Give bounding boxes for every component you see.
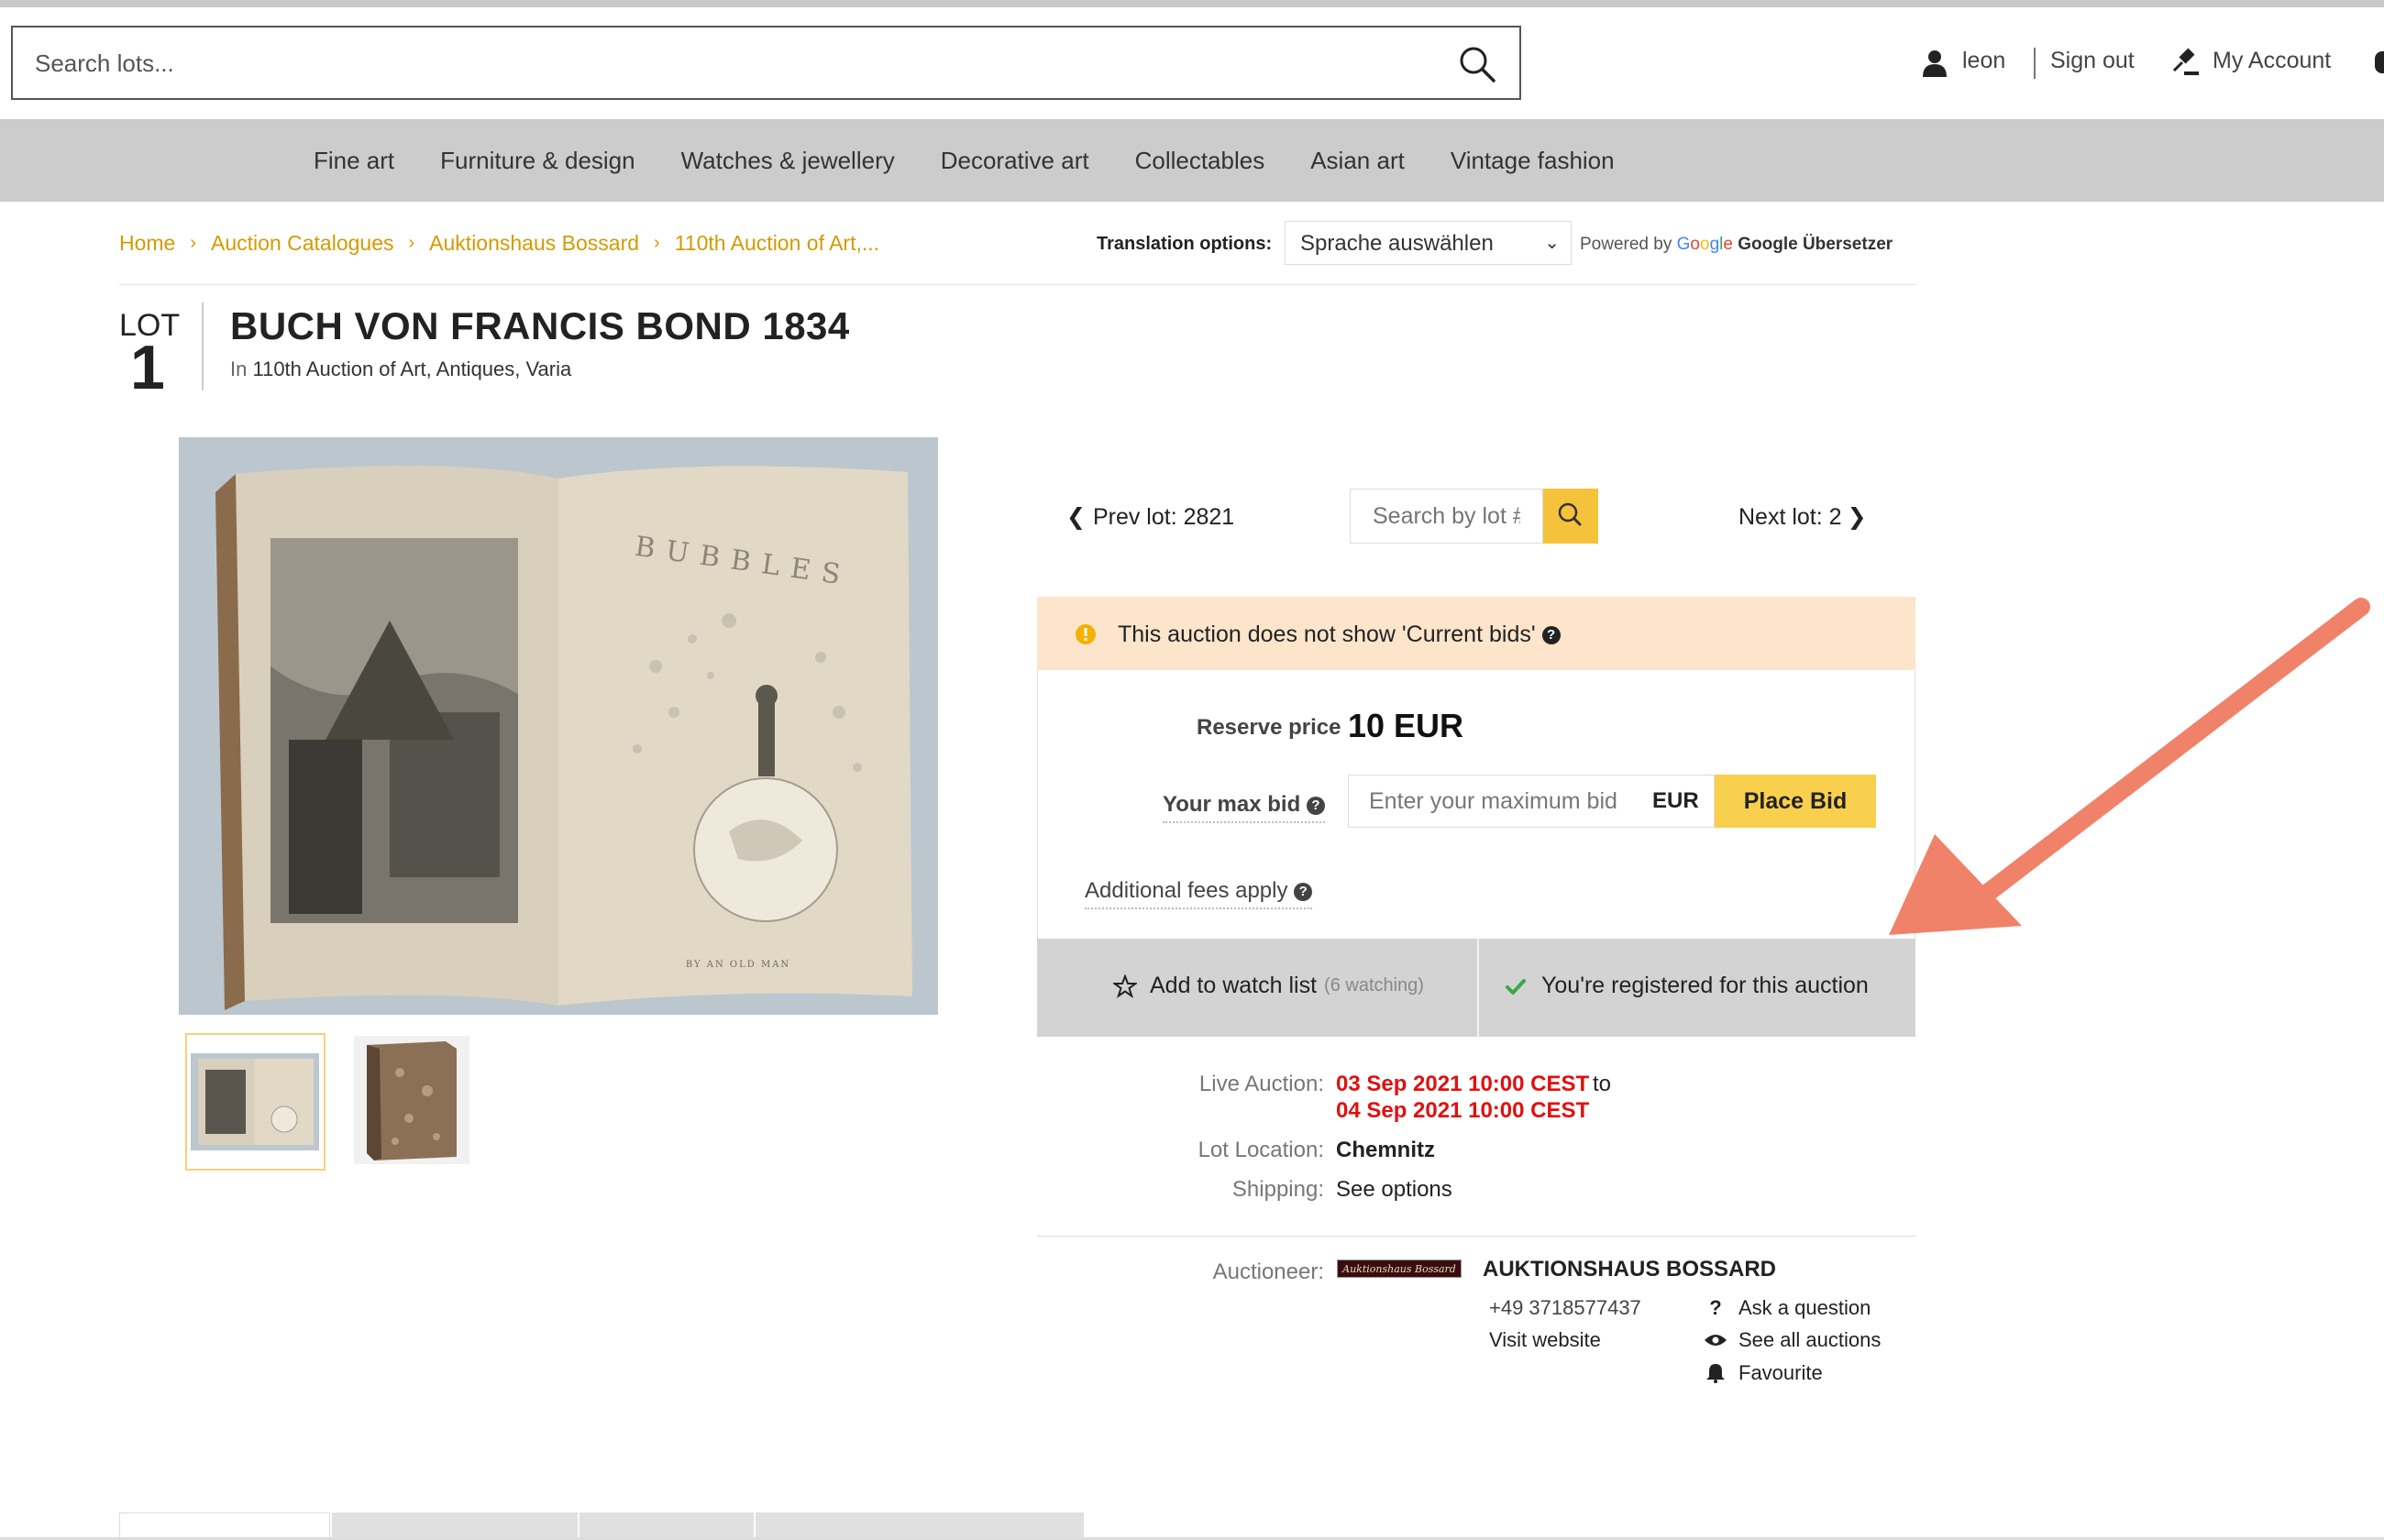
search-bar (11, 26, 1521, 100)
nav-fine-art[interactable]: Fine art (314, 147, 394, 175)
thumbnail-open-book[interactable] (185, 1033, 326, 1171)
breadcrumb-home[interactable]: Home (119, 231, 175, 256)
nav-furniture-design[interactable]: Furniture & design (440, 147, 635, 175)
lot-number: 1 (130, 333, 165, 402)
annotation-arrow (1889, 598, 2370, 935)
chevron-right-icon: ❯ (1847, 504, 1867, 530)
help-icon[interactable]: ? (1541, 626, 1561, 645)
tab-1[interactable] (119, 1512, 330, 1540)
shipping-label: Shipping: (1231, 1177, 1324, 1202)
breadcrumb-auction-house[interactable]: Auktionshaus Bossard (429, 231, 639, 256)
chevron-down-icon: ⌄ (1544, 233, 1560, 253)
nav-vintage-fashion[interactable]: Vintage fashion (1451, 147, 1615, 175)
my-account-link[interactable]: My Account (2213, 48, 2331, 74)
lot-detail-tabs (119, 1512, 1084, 1540)
tab-4[interactable] (754, 1512, 1084, 1540)
thumbnail-book-cover[interactable] (354, 1036, 469, 1164)
nav-watches-jewellery[interactable]: Watches & jewellery (681, 147, 895, 175)
tab-3[interactable] (578, 1512, 754, 1540)
top-border (0, 0, 2384, 7)
lot-divider (202, 302, 204, 390)
thumbnail-image (354, 1036, 469, 1164)
registered-status: You're registered for this auction (1505, 973, 1869, 999)
language-select-value: Sprache auswählen (1300, 231, 1494, 256)
auctioneer-logo[interactable]: Auktionshaus Bossard (1337, 1260, 1462, 1278)
category-nav: Fine art Furniture & design Watches & je… (0, 119, 2384, 202)
divider (1037, 1236, 1915, 1237)
translator-name[interactable]: Google Übersetzer (1738, 235, 1893, 254)
gavel-icon (2172, 48, 2199, 75)
live-auction-label: Live Auction: (1198, 1072, 1324, 1096)
breadcrumb-catalogues[interactable]: Auction Catalogues (211, 231, 393, 256)
book-byline-text: BY AN OLD MAN (686, 960, 790, 970)
auction-end-date: 04 Sep 2021 10:00 CEST (1336, 1098, 1590, 1123)
search-icon (1558, 502, 1582, 526)
lot-main-image[interactable]: BUBBLES BY AN OLD MAN (179, 437, 938, 1015)
shipping-options-link[interactable]: See options (1336, 1177, 1452, 1203)
lot-auction-subtitle: In 110th Auction of Art, Antiques, Varia (230, 358, 571, 381)
divider (119, 284, 1916, 285)
eye-icon (1705, 1335, 1727, 1346)
add-to-watchlist-button[interactable]: Add to watch list (6 watching) (1113, 973, 1424, 999)
visit-website-link[interactable]: Visit website (1489, 1328, 1601, 1352)
language-select[interactable]: Sprache auswählen ⌄ (1285, 221, 1572, 265)
chevron-right-icon: › (654, 233, 660, 253)
check-icon (1506, 978, 1526, 995)
auctioneer-name[interactable]: AUKTIONSHAUS BOSSARD (1483, 1257, 1776, 1282)
lot-number-search-input[interactable] (1350, 489, 1543, 544)
lot-location-label: Lot Location: (1198, 1138, 1324, 1162)
nav-asian-art[interactable]: Asian art (1310, 147, 1405, 175)
ask-question-link[interactable]: ? Ask a question (1704, 1296, 1871, 1320)
breadcrumb: Home › Auction Catalogues › Auktionshaus… (119, 231, 879, 256)
favourites-icon[interactable] (2375, 51, 2384, 73)
date-range-separator: to (1593, 1072, 1612, 1096)
see-all-auctions-link[interactable]: See all auctions (1704, 1328, 1881, 1352)
search-icon[interactable] (1457, 44, 1497, 84)
bid-currency: EUR (1652, 788, 1699, 813)
help-icon[interactable]: ? (1294, 882, 1313, 901)
auction-start-date: 03 Sep 2021 10:00 CEST (1336, 1072, 1590, 1096)
sign-out-link[interactable]: Sign out (2050, 48, 2135, 74)
star-icon (1113, 974, 1137, 998)
divider (1477, 939, 1479, 1037)
powered-by-google: Powered by Google Google Übersetzer (1580, 235, 1893, 255)
google-logo: Google (1676, 235, 1733, 254)
prev-lot-link[interactable]: ❮ Prev lot: 2821 (1066, 503, 1234, 531)
lot-location-value: Chemnitz (1336, 1138, 1435, 1162)
tab-2[interactable] (330, 1512, 578, 1540)
lot-title: BUCH VON FRANCIS BOND 1834 (230, 304, 850, 347)
question-icon: ? (1709, 1296, 1722, 1319)
next-lot-link[interactable]: Next lot: 2 ❯ (1738, 503, 1867, 531)
nav-decorative-art[interactable]: Decorative art (941, 147, 1089, 175)
powered-by-label: Powered by (1580, 235, 1672, 254)
auctioneer-label: Auctioneer: (1212, 1260, 1324, 1284)
user-name-link[interactable]: leon (1962, 48, 2005, 74)
help-icon[interactable]: ? (1306, 796, 1325, 815)
lot-search-button[interactable] (1543, 489, 1598, 544)
search-input[interactable] (35, 42, 1364, 84)
thumbnail-image (191, 1053, 319, 1150)
header-separator (2034, 48, 2036, 79)
nav-collectables[interactable]: Collectables (1135, 147, 1265, 175)
notice-text: This auction does not show 'Current bids… (1118, 622, 1561, 648)
user-icon (1923, 50, 1947, 77)
watching-count: (6 watching) (1324, 975, 1424, 996)
max-bid-label: Your max bid ? (1163, 792, 1325, 823)
auction-name-link[interactable]: 110th Auction of Art, Antiques, Varia (252, 358, 571, 380)
additional-fees-link[interactable]: Additional fees apply ? (1085, 878, 1313, 909)
translation-label: Translation options: (1097, 234, 1273, 254)
bell-icon (1706, 1364, 1725, 1383)
warning-icon (1076, 624, 1096, 644)
chevron-right-icon: › (408, 233, 415, 253)
book-photo: BUBBLES BY AN OLD MAN (179, 437, 938, 1015)
chevron-right-icon: › (190, 233, 197, 253)
reserve-price-value: 10 EUR (1348, 707, 1464, 744)
favourite-link[interactable]: Favourite (1704, 1361, 1823, 1385)
breadcrumb-auction[interactable]: 110th Auction of Art,... (675, 231, 879, 256)
in-prefix: In (230, 358, 248, 380)
chevron-left-icon: ❮ (1066, 504, 1086, 530)
reserve-price-label: Reserve price (1197, 715, 1341, 740)
auctioneer-phone: +49 3718577437 (1489, 1296, 1641, 1319)
